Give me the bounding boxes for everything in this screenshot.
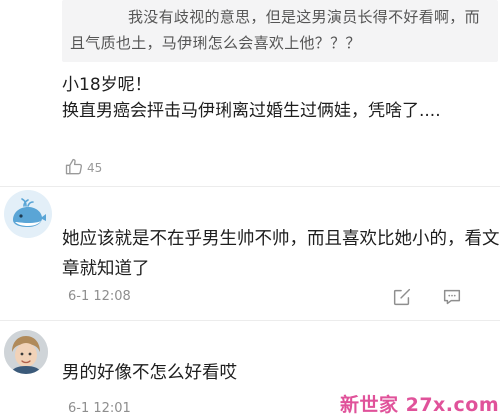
comment-text: 她应该就是不在乎男生帅不帅，而且喜欢比她小的，看文章就知道了 (62, 229, 500, 279)
reply-text: 小18岁呢！ 换直男癌会抨击马伊琍离过婚生过俩娃，凭啥了.... (62, 72, 494, 124)
like-button[interactable]: 45 (64, 156, 102, 180)
like-count: 45 (87, 161, 103, 175)
reply-line-1: 小18岁呢！ (62, 75, 152, 95)
thumbs-up-icon (64, 157, 84, 180)
comment-icon[interactable] (441, 286, 463, 308)
edit-icon[interactable] (391, 286, 413, 308)
whale-avatar[interactable] (4, 190, 52, 238)
comment-timestamp: 6-1 12:08 (68, 289, 131, 304)
comment-text: 男的好像不怎么好看哎 (62, 363, 237, 383)
quoted-comment-text: 我没有歧视的意思，但是这男演员长得不好看啊，而且气质也土，马伊琍怎么会喜欢上他？… (70, 8, 480, 52)
reply-line-2: 换直男癌会抨击马伊琍离过婚生过俩娃，凭啥了.... (62, 101, 441, 121)
site-watermark: 新世家 27x.com (340, 394, 500, 416)
child-photo-avatar[interactable] (4, 330, 48, 374)
comment-timestamp: 6-1 12:01 (68, 401, 131, 416)
divider (0, 320, 500, 321)
divider (0, 186, 500, 187)
